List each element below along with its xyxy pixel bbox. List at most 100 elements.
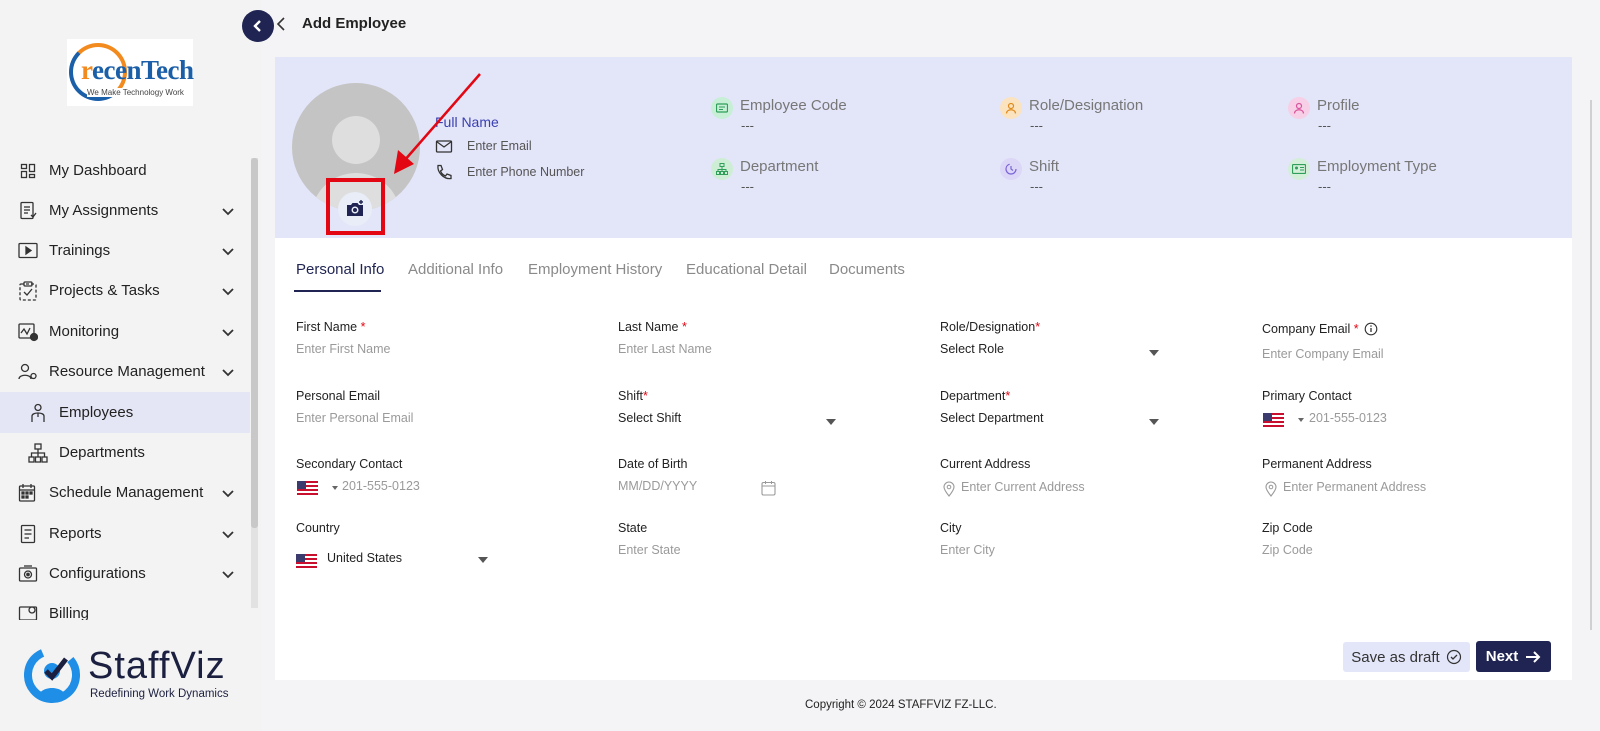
- dob-label: Date of Birth: [618, 457, 688, 471]
- country-code-caret-icon[interactable]: [332, 486, 338, 490]
- us-flag-icon[interactable]: [1263, 413, 1284, 427]
- department-select[interactable]: Select Department: [940, 411, 1044, 425]
- tab-documents[interactable]: Documents: [829, 261, 905, 278]
- employee-code-field: Employee Code ---: [711, 97, 911, 137]
- back-arrow-icon[interactable]: [274, 14, 288, 34]
- current-address-label: Current Address: [940, 457, 1031, 471]
- profile-field: Profile ---: [1288, 97, 1488, 137]
- role-dropdown-caret-icon[interactable]: [1149, 350, 1159, 356]
- dob-input[interactable]: MM/DD/YYYY: [618, 479, 697, 493]
- footer-copyright: Copyright © 2024 STAFFVIZ FZ-LLC.: [805, 699, 997, 711]
- collapse-sidebar-button[interactable]: [242, 10, 274, 42]
- assignments-icon: [18, 201, 38, 221]
- personal-email-label: Personal Email: [296, 389, 381, 403]
- sidebar-item-reports[interactable]: Reports: [0, 513, 250, 554]
- country-select[interactable]: United States: [327, 551, 402, 565]
- shift-dropdown-caret-icon[interactable]: [826, 419, 836, 425]
- chevron-down-icon[interactable]: [220, 526, 236, 542]
- country-code-caret-icon[interactable]: [1298, 418, 1304, 422]
- arrow-right-icon: [1526, 650, 1541, 663]
- location-pin-icon: [1265, 481, 1277, 497]
- sidebar-item-monitoring[interactable]: Monitoring: [0, 311, 250, 352]
- configurations-icon: [18, 564, 38, 584]
- save-as-draft-button[interactable]: Save as draft: [1343, 642, 1470, 672]
- scrollbar-thumb[interactable]: [251, 158, 258, 528]
- last-name-input[interactable]: Enter Last Name: [618, 342, 712, 356]
- state-input[interactable]: Enter State: [618, 543, 681, 557]
- zip-code-label: Zip Code: [1262, 521, 1313, 535]
- trainings-icon: [18, 241, 38, 261]
- us-flag-icon[interactable]: [297, 481, 318, 495]
- shift-label: Shift*: [618, 389, 648, 403]
- shift-icon: [1000, 158, 1022, 180]
- tab-employment-history[interactable]: Employment History: [528, 261, 662, 278]
- primary-contact-input[interactable]: 201-555-0123: [1309, 411, 1387, 425]
- current-address-input[interactable]: Enter Current Address: [961, 480, 1085, 494]
- staffviz-mark-icon: [24, 647, 80, 703]
- department-icon: [711, 158, 733, 180]
- full-name-label: Full Name: [435, 114, 499, 130]
- department-dropdown-caret-icon[interactable]: [1149, 419, 1159, 425]
- country-label: Country: [296, 521, 340, 535]
- sidebar-item-configurations[interactable]: Configurations: [0, 553, 250, 594]
- sidebar-scrollbar[interactable]: [251, 158, 258, 608]
- tab-personal-info[interactable]: Personal Info: [296, 261, 384, 278]
- dashboard-icon: [18, 161, 38, 181]
- chevron-down-icon[interactable]: [220, 566, 236, 582]
- sidebar-item-projects-tasks[interactable]: Projects & Tasks: [0, 270, 250, 311]
- chevron-down-icon[interactable]: [220, 203, 236, 219]
- phone-icon: [437, 164, 452, 180]
- role-designation-label: Role/Designation*: [940, 320, 1041, 334]
- role-designation-field: Role/Designation ---: [1000, 97, 1200, 137]
- resource-management-icon: [18, 362, 38, 382]
- personal-email-input[interactable]: Enter Personal Email: [296, 411, 413, 425]
- city-input[interactable]: Enter City: [940, 543, 995, 557]
- shift-select[interactable]: Select Shift: [618, 411, 681, 425]
- department-field: Department ---: [711, 158, 911, 198]
- chevron-down-icon[interactable]: [220, 364, 236, 380]
- chevron-down-icon[interactable]: [220, 324, 236, 340]
- staffviz-logo: StaffViz Redefining Work Dynamics: [24, 645, 254, 710]
- permanent-address-label: Permanent Address: [1262, 457, 1372, 471]
- info-icon[interactable]: [1364, 322, 1378, 336]
- page-scrollbar[interactable]: [1590, 100, 1592, 630]
- secondary-contact-label: Secondary Contact: [296, 457, 403, 471]
- monitoring-icon: [18, 322, 38, 342]
- country-dropdown-caret-icon[interactable]: [478, 557, 488, 563]
- zip-code-input[interactable]: Zip Code: [1262, 543, 1313, 557]
- sidebar-item-my-assignments[interactable]: My Assignments: [0, 190, 250, 231]
- check-circle-icon: [1446, 649, 1461, 665]
- sidebar-item-my-dashboard[interactable]: My Dashboard: [0, 150, 250, 191]
- sidebar-item-billing[interactable]: Billing: [0, 593, 250, 620]
- sidebar-item-trainings[interactable]: Trainings: [0, 230, 250, 271]
- active-tab-indicator: [294, 290, 381, 292]
- phone-row: Enter Phone Number: [435, 164, 584, 180]
- annotation-highlight-box: [326, 178, 385, 235]
- sidebar-item-employees[interactable]: Employees: [0, 392, 250, 433]
- chevron-down-icon[interactable]: [220, 283, 236, 299]
- state-label: State: [618, 521, 648, 535]
- next-button[interactable]: Next: [1476, 641, 1551, 672]
- chevron-down-icon[interactable]: [220, 485, 236, 501]
- location-pin-icon: [943, 481, 955, 497]
- chevron-down-icon[interactable]: [220, 243, 236, 259]
- sidebar-item-departments[interactable]: Departments: [0, 432, 250, 473]
- sidebar-item-resource-management[interactable]: Resource Management: [0, 351, 250, 392]
- first-name-input[interactable]: Enter First Name: [296, 342, 390, 356]
- billing-icon: [18, 604, 38, 620]
- permanent-address-input[interactable]: Enter Permanent Address: [1283, 480, 1426, 494]
- company-email-input[interactable]: Enter Company Email: [1262, 347, 1384, 361]
- role-icon: [1000, 97, 1022, 119]
- primary-contact-label: Primary Contact: [1262, 389, 1352, 403]
- sidebar-item-schedule-management[interactable]: Schedule Management: [0, 472, 250, 513]
- employees-icon: [28, 403, 48, 423]
- calendar-icon[interactable]: [761, 480, 776, 496]
- tab-additional-info[interactable]: Additional Info: [408, 261, 503, 278]
- sidebar: recenTech We Make Technology Work My Das…: [0, 0, 261, 731]
- page-title: Add Employee: [302, 15, 407, 32]
- secondary-contact-input[interactable]: 201-555-0123: [342, 479, 420, 493]
- tab-educational-detail[interactable]: Educational Detail: [686, 261, 807, 278]
- employee-form-card: Full Name Enter Email Enter Phone Number…: [275, 57, 1572, 680]
- chevron-left-icon: [253, 20, 261, 32]
- role-select[interactable]: Select Role: [940, 342, 1004, 356]
